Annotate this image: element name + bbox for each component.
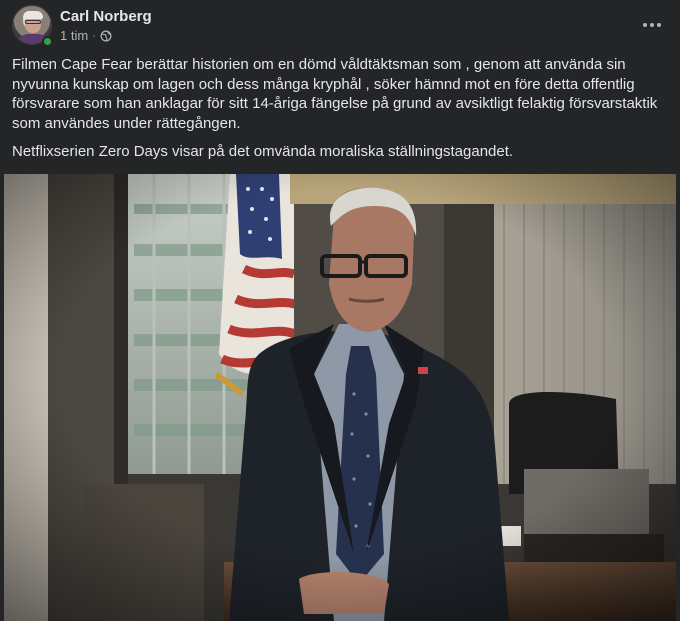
photo-illustration — [4, 174, 676, 621]
globe-icon[interactable] — [100, 30, 112, 42]
more-horizontal-icon — [643, 23, 647, 27]
facebook-post: Carl Norberg 1 tim · Filmen Cape Fear be… — [0, 0, 680, 621]
more-options-button[interactable] — [636, 9, 668, 41]
post-photo[interactable] — [4, 174, 676, 621]
post-header: Carl Norberg 1 tim · — [12, 5, 668, 49]
online-status-icon — [42, 36, 53, 47]
author-name[interactable]: Carl Norberg — [60, 8, 152, 25]
post-text: Filmen Cape Fear berättar historien om e… — [12, 55, 662, 171]
meta-separator: · — [92, 29, 96, 42]
post-paragraph-2: Netflixserien Zero Days visar på det omv… — [12, 143, 514, 160]
post-meta: 1 tim · — [60, 28, 112, 43]
post-timestamp[interactable]: 1 tim — [60, 28, 88, 43]
post-paragraph-1: Filmen Cape Fear berättar historien om e… — [12, 56, 658, 132]
